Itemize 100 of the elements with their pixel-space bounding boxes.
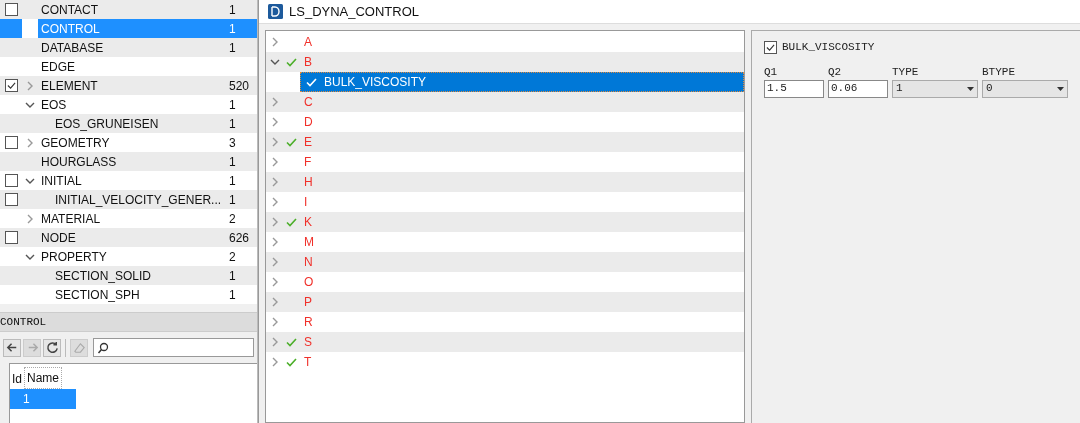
tree-label: GEOMETRY — [40, 134, 111, 152]
checkbox[interactable] — [4, 136, 18, 149]
chevron-right-icon[interactable] — [270, 157, 280, 167]
tree-row[interactable]: ELEMENT 520 — [0, 76, 257, 95]
chevron-right-icon[interactable] — [270, 277, 280, 287]
chevron-right-icon[interactable] — [270, 337, 280, 347]
tree-label: DATABASE — [40, 39, 105, 57]
tree-label: D — [303, 114, 313, 131]
checkbox[interactable] — [4, 174, 18, 187]
window-title: LS_DYNA_CONTROL — [289, 2, 420, 21]
count-label: 2 — [229, 210, 237, 228]
count-label: 626 — [229, 229, 251, 247]
check-icon — [6, 81, 16, 90]
app-logo-icon — [268, 4, 283, 19]
tree-label: BULK_VISCOSITY — [324, 74, 427, 91]
tree-label: PROPERTY — [40, 248, 108, 266]
field-label: TYPE — [892, 64, 920, 78]
tree-label: I — [303, 194, 308, 211]
back-arrow-button[interactable] — [3, 338, 21, 357]
search-field[interactable] — [93, 338, 254, 357]
chevron-right-icon[interactable] — [270, 197, 280, 207]
tree-label: CONTACT — [40, 1, 100, 19]
chevron-right-icon[interactable] — [25, 80, 35, 91]
tree-row[interactable]: BULK_VISCOSITY — [300, 72, 744, 92]
check-icon — [766, 42, 775, 52]
field-label: Q2 — [828, 64, 843, 78]
count-label: 1 — [229, 1, 237, 19]
dropdown-arrow-icon — [967, 86, 974, 91]
dropdown[interactable]: 0 — [982, 79, 1068, 98]
tree-label: T — [303, 354, 312, 371]
count-label: 1 — [229, 115, 237, 133]
tree-label: F — [303, 154, 312, 171]
table-cell-text: 1 — [22, 391, 30, 408]
tree-label: H — [303, 174, 313, 191]
count-label: 3 — [229, 134, 237, 152]
tree-label: MATERIAL — [40, 210, 102, 228]
checkbox[interactable] — [4, 193, 18, 206]
tree-row[interactable]: EOS_GRUNEISEN 1 — [0, 114, 257, 133]
tree-label: HOURGLASS — [40, 153, 118, 171]
chevron-right-icon[interactable] — [270, 357, 280, 367]
tree-label: N — [303, 254, 313, 271]
tree-label: SECTION_SOLID — [54, 267, 153, 285]
checkbox-label: BULK_VISCOSITY — [782, 40, 875, 55]
checkbox[interactable] — [4, 79, 18, 92]
tree-label: K — [303, 214, 312, 231]
chevron-right-icon[interactable] — [25, 213, 35, 224]
tree-row[interactable]: DATABASE 1 — [0, 38, 257, 57]
count-label: 1 — [229, 153, 237, 171]
tree-label: EOS_GRUNEISEN — [54, 115, 160, 133]
tree-label: O — [303, 274, 314, 291]
count-label: 520 — [229, 77, 251, 95]
chevron-right-icon[interactable] — [270, 257, 280, 267]
tree-label: INITIAL — [40, 172, 83, 190]
tree-label: M — [303, 234, 314, 251]
tree-label: EOS — [40, 96, 68, 114]
refresh-button[interactable] — [43, 338, 61, 357]
tree-label: C — [303, 94, 313, 111]
chevron-right-icon[interactable] — [270, 297, 280, 307]
chevron-right-icon[interactable] — [270, 37, 280, 47]
count-label: 1 — [229, 191, 237, 209]
tree-label: P — [303, 294, 312, 311]
count-label: 1 — [229, 20, 237, 38]
chevron-right-icon[interactable] — [270, 117, 280, 127]
tree-row[interactable]: CONTACT 1 — [0, 0, 257, 19]
count-label: 2 — [229, 248, 237, 266]
tree-row[interactable]: INITIAL_VELOCITY_GENER... 1 — [0, 190, 257, 209]
chevron-right-icon[interactable] — [270, 97, 280, 107]
field-label: BTYPE — [982, 64, 1016, 78]
count-label: 1 — [229, 96, 237, 114]
tree-row[interactable]: HOURGLASS 1 — [0, 152, 257, 171]
field-label: Q1 — [764, 64, 779, 78]
tree-label: R — [303, 314, 313, 331]
input-field[interactable]: 1.5 — [764, 79, 824, 98]
tree-label: B — [303, 54, 312, 71]
tree-label: EDGE — [40, 58, 76, 76]
column-header[interactable]: Id — [10, 369, 24, 389]
chevron-right-icon[interactable] — [270, 177, 280, 187]
dropdown-arrow-icon — [1057, 86, 1064, 91]
chevron-right-icon[interactable] — [270, 137, 280, 147]
tree-label: SECTION_SPH — [54, 286, 141, 304]
dropdown[interactable]: 1 — [892, 79, 978, 98]
tree-row[interactable]: NODE 626 — [0, 228, 257, 247]
chevron-right-icon[interactable] — [270, 237, 280, 247]
chevron-right-icon[interactable] — [270, 217, 280, 227]
chevron-right-icon[interactable] — [25, 137, 35, 148]
checkbox[interactable] — [4, 3, 18, 16]
input-field[interactable]: 0.06 — [828, 79, 888, 98]
tree-label: S — [303, 334, 312, 351]
count-label: 1 — [229, 172, 237, 190]
checkbox[interactable] — [4, 231, 18, 244]
chevron-right-icon[interactable] — [270, 317, 280, 327]
tree-row[interactable]: SECTION_SOLID 1 — [0, 266, 257, 285]
tree-label: E — [303, 134, 312, 151]
search-icon — [97, 341, 109, 354]
tree-label: ELEMENT — [40, 77, 99, 95]
chevron-down-icon[interactable] — [270, 57, 280, 67]
count-label: 1 — [229, 286, 237, 304]
panel-header: CONTROL — [0, 312, 257, 332]
checkbox[interactable] — [764, 40, 777, 54]
count-label: 1 — [229, 267, 237, 285]
